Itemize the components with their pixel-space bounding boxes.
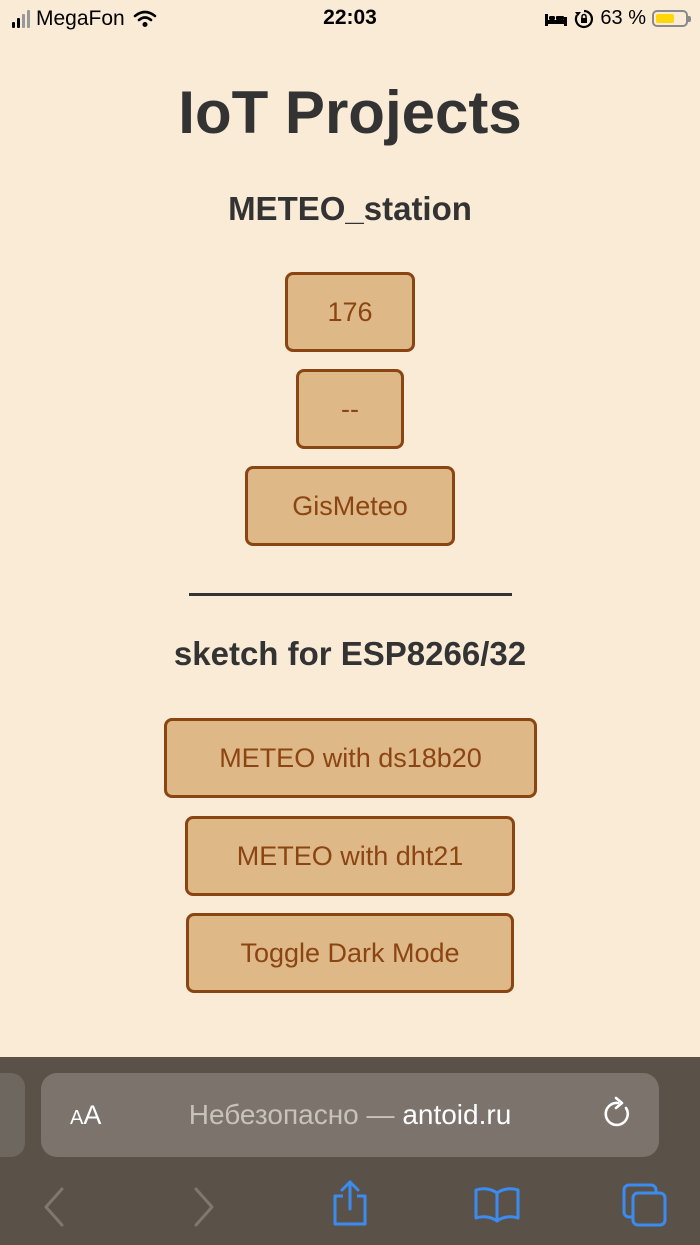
- meteo-ds18b20-button[interactable]: METEO with ds18b20: [164, 718, 537, 798]
- bookmarks-icon[interactable]: [474, 1185, 520, 1223]
- page-title: IoT Projects: [178, 79, 522, 146]
- reload-icon[interactable]: [601, 1096, 635, 1132]
- bed-icon: [545, 13, 568, 26]
- toggle-dark-mode-button[interactable]: Toggle Dark Mode: [186, 913, 514, 993]
- browser-toolbar: [0, 1177, 700, 1245]
- placeholder-value-button[interactable]: --: [296, 369, 404, 449]
- previous-tab-preview[interactable]: [0, 1073, 25, 1157]
- forward-icon[interactable]: [190, 1187, 218, 1227]
- battery-icon: [652, 10, 691, 27]
- status-bar: MegaFon 22:03 63 %: [0, 0, 700, 40]
- domain-label: antoid.ru: [402, 1099, 512, 1130]
- status-right: 63 %: [544, 7, 691, 30]
- share-icon[interactable]: [330, 1179, 370, 1227]
- address-bar[interactable]: AA Небезопасно — antoid.ru: [41, 1073, 659, 1157]
- tabs-icon[interactable]: [622, 1183, 668, 1227]
- back-icon[interactable]: [40, 1187, 68, 1227]
- section-title-sketch: sketch for ESP8266/32: [173, 635, 527, 672]
- url-text[interactable]: Небезопасно — antoid.ru: [41, 1099, 659, 1131]
- value-176-button[interactable]: 176: [285, 272, 415, 352]
- battery-percent: 63 %: [600, 7, 646, 29]
- meteo-dht21-button[interactable]: METEO with dht21: [185, 816, 515, 896]
- section-title-meteo-station: METEO_station: [228, 190, 472, 227]
- gismeteo-button[interactable]: GisMeteo: [245, 466, 455, 546]
- orientation-lock-icon: [575, 9, 594, 28]
- section-divider: [189, 593, 512, 596]
- browser-bottom-bar: AA Небезопасно — antoid.ru: [0, 1057, 700, 1245]
- insecure-label: Небезопасно —: [188, 1099, 395, 1130]
